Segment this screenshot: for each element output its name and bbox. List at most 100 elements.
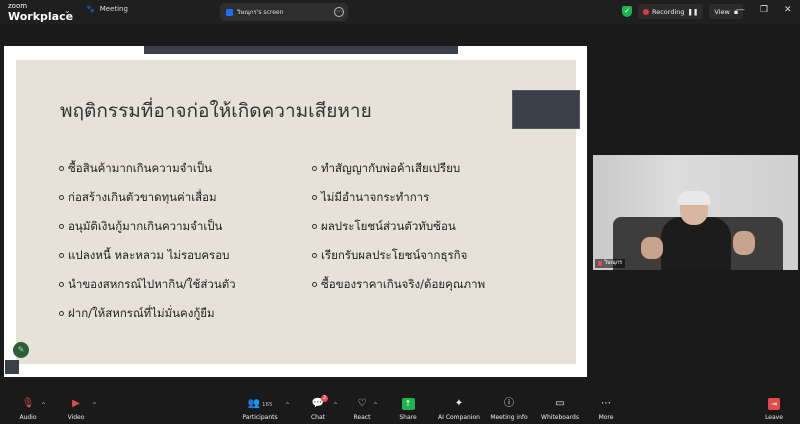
participants-options-chevron-icon[interactable]: ^: [285, 402, 290, 409]
list-item: ซื้อของราคาเกินจริง/ด้อยคุณภาพ: [312, 270, 485, 299]
slide-control-button[interactable]: [5, 360, 19, 374]
video-options-chevron-icon[interactable]: ^: [92, 402, 97, 409]
chevron-down-icon[interactable]: ⌄: [64, 6, 71, 15]
list-item: ฝาก/ให้สหกรณ์ที่ไม่มั่นคงกู้ยืม: [59, 299, 236, 328]
meeting-info-label: Meeting info: [490, 414, 528, 421]
bullet-dot-icon: [312, 195, 317, 200]
bullet-dot-icon: [59, 195, 64, 200]
video-label: Video: [67, 414, 85, 421]
more-button[interactable]: ⋯ More: [584, 397, 628, 421]
bullet-text: ซื้อของราคาเกินจริง/ด้อยคุณภาพ: [321, 276, 486, 291]
restore-icon[interactable]: ❐: [760, 5, 768, 15]
bullet-text: ฝาก/ให้สหกรณ์ที่ไม่มั่นคงกู้ยืม: [68, 305, 215, 320]
minimize-icon[interactable]: —: [736, 5, 745, 15]
record-dot-icon: [643, 8, 649, 15]
audio-options-chevron-icon[interactable]: ^: [41, 402, 46, 409]
audio-button[interactable]: 🎙 Audio: [6, 397, 50, 421]
list-item: เรียกรับผลประโยชน์จากธุรกิจ: [312, 241, 485, 270]
chat-label: Chat: [310, 414, 326, 421]
bullet-dot-icon: [312, 282, 317, 287]
bullet-text: ทำสัญญากับพ่อค้าเสียเปรียบ: [321, 160, 461, 175]
video-person-right-hand: [733, 231, 755, 255]
more-options-icon[interactable]: ⋯: [334, 7, 344, 17]
presentation-slide: พฤติกรรมที่อาจก่อให้เกิดความเสียหาย ซื้อ…: [16, 60, 580, 364]
status-group: ✓ Recording ❚❚ View ▪: [622, 4, 744, 19]
close-icon[interactable]: ✕: [784, 5, 792, 15]
bullet-dot-icon: [312, 166, 317, 171]
whiteboard-icon: ▭: [555, 398, 565, 409]
chat-badge: 2: [321, 395, 328, 402]
ai-companion-button[interactable]: ✦ AI Companion: [434, 397, 484, 421]
bullet-dot-icon: [59, 166, 64, 171]
list-item: แปลงหนี้ หละหลวม ไม่รอบครอบ: [59, 241, 236, 270]
bullet-dot-icon: [59, 253, 64, 258]
pause-icon[interactable]: ❚❚: [688, 8, 699, 16]
chat-button[interactable]: 💬 2 Chat: [296, 395, 340, 421]
tab-meeting[interactable]: 🐾 Meeting: [86, 5, 128, 13]
leave-button[interactable]: ⇥ Leave: [752, 397, 796, 421]
bullet-list-right: ทำสัญญากับพ่อค้าเสียเปรียบ ไม่มีอำนาจกระ…: [312, 154, 485, 299]
screen-share-icon: [226, 8, 233, 16]
bullet-text: ซื้อสินค้ามากเกินความจำเป็น: [68, 160, 212, 175]
pen-icon[interactable]: ✎: [13, 342, 29, 358]
bullet-text: เรียกรับผลประโยชน์จากธุรกิจ: [321, 247, 468, 262]
bullet-dot-icon: [312, 253, 317, 258]
ai-companion-label: AI Companion: [438, 414, 480, 421]
list-item: นำของสหกรณ์ไปหากิน/ใช้ส่วนตัว: [59, 270, 236, 299]
share-icon-wrap: ↑: [386, 397, 430, 411]
list-item: ไม่มีอำนาจกระทำการ: [312, 183, 485, 212]
info-icon: ⓘ: [504, 398, 514, 409]
bullet-dot-icon: [312, 224, 317, 229]
list-item: ซื้อสินค้ามากเกินความจำเป็น: [59, 154, 236, 183]
whiteboards-button[interactable]: ▭ Whiteboards: [537, 397, 583, 421]
meeting-info-button[interactable]: ⓘ Meeting info: [486, 397, 532, 421]
participant-video-tile[interactable]: วิษณุกร: [593, 155, 798, 270]
bullet-text: แปลงหนี้ หละหลวม ไม่รอบครอบ: [68, 247, 230, 262]
more-label: More: [598, 414, 614, 421]
more-icon: ⋯: [601, 398, 611, 409]
participant-name: วิษณุกร: [604, 260, 623, 266]
bullet-dot-icon: [59, 282, 64, 287]
video-button[interactable]: ▶ Video: [54, 397, 98, 421]
react-options-chevron-icon[interactable]: ^: [373, 402, 378, 409]
view-label: View: [714, 7, 730, 16]
video-person-left-hand: [641, 237, 663, 259]
whiteboards-label: Whiteboards: [541, 414, 579, 421]
participants-button[interactable]: 👥 165 Participants: [238, 397, 282, 421]
tab-meeting-label: Meeting: [99, 5, 128, 13]
react-button[interactable]: ♡ React: [340, 397, 384, 421]
list-item: ผลประโยชน์ส่วนตัวทับซ้อน: [312, 212, 485, 241]
bullet-list-left: ซื้อสินค้ามากเกินความจำเป็น ก่อสร้างเกิน…: [59, 154, 236, 328]
list-item: ก่อสร้างเกินตัวขาดทุนค่าเสื่อม: [59, 183, 236, 212]
tab-shared-screen[interactable]: วิษณุกร's screen ⋯: [220, 3, 348, 21]
leave-label: Leave: [765, 414, 783, 421]
list-item: ทำสัญญากับพ่อค้าเสียเปรียบ: [312, 154, 485, 183]
share-control-bar[interactable]: [144, 46, 458, 54]
bullet-text: ผลประโยชน์ส่วนตัวทับซ้อน: [321, 218, 456, 233]
shield-icon[interactable]: ✓: [622, 6, 632, 17]
title-bar: zoom Workplace ⌄ 🐾 Meeting วิษณุกร's scr…: [0, 0, 800, 24]
share-button[interactable]: ↑ Share: [386, 397, 430, 421]
slide-dark-box: [512, 90, 580, 129]
react-label: React: [353, 414, 371, 421]
participants-count: 165: [261, 402, 273, 408]
recording-indicator[interactable]: Recording ❚❚: [638, 4, 704, 19]
recording-label: Recording: [652, 7, 685, 16]
share-label: Share: [399, 414, 417, 421]
chat-options-chevron-icon[interactable]: ^: [333, 402, 338, 409]
video-person-hair: [677, 191, 711, 205]
bullet-dot-icon: [59, 311, 64, 316]
leave-icon: ⇥: [768, 398, 780, 410]
mic-muted-icon: [598, 261, 602, 266]
slide-title: พฤติกรรมที่อาจก่อให้เกิดความเสียหาย: [60, 100, 372, 122]
bullet-text: นำของสหกรณ์ไปหากิน/ใช้ส่วนตัว: [68, 276, 236, 291]
audio-label: Audio: [19, 414, 37, 421]
tab-screen-label: วิษณุกร's screen: [237, 9, 284, 16]
bullet-text: ไม่มีอำนาจกระทำการ: [321, 189, 430, 204]
leave-icon-wrap: ⇥: [752, 397, 796, 411]
participants-icon: 👥 165: [247, 398, 273, 409]
bullet-text: อนุมัติเงินกู้มากเกินความจำเป็น: [68, 218, 223, 233]
bullet-text: ก่อสร้างเกินตัวขาดทุนค่าเสื่อม: [68, 189, 217, 204]
list-item: อนุมัติเงินกู้มากเกินความจำเป็น: [59, 212, 236, 241]
bullet-dot-icon: [59, 224, 64, 229]
